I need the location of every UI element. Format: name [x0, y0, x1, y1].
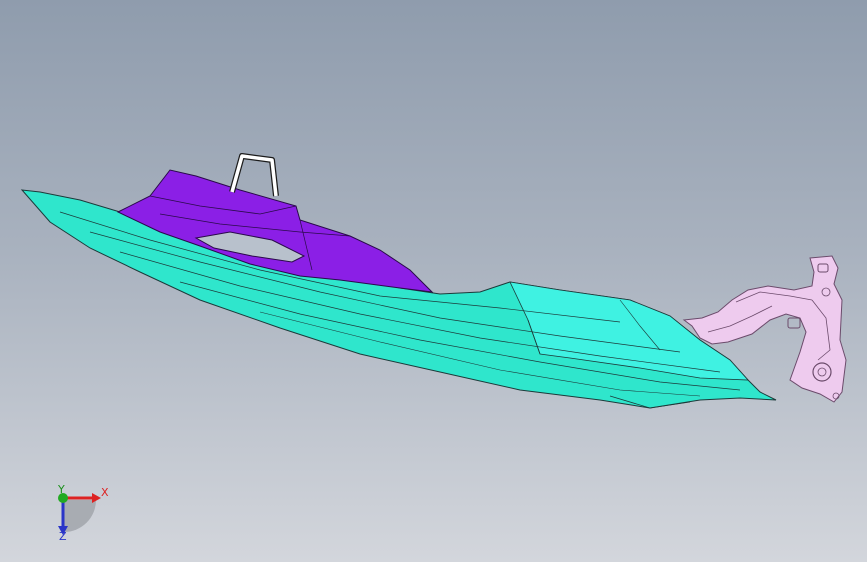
- z-axis-label: Z: [59, 530, 67, 543]
- model-canvas[interactable]: [0, 0, 867, 562]
- coordinate-triad: [58, 493, 101, 535]
- hull-body[interactable]: [20, 189, 777, 409]
- x-axis-label: X: [101, 486, 109, 499]
- y-axis-label: Y: [58, 483, 65, 496]
- cad-viewport[interactable]: X Y Z: [0, 0, 867, 562]
